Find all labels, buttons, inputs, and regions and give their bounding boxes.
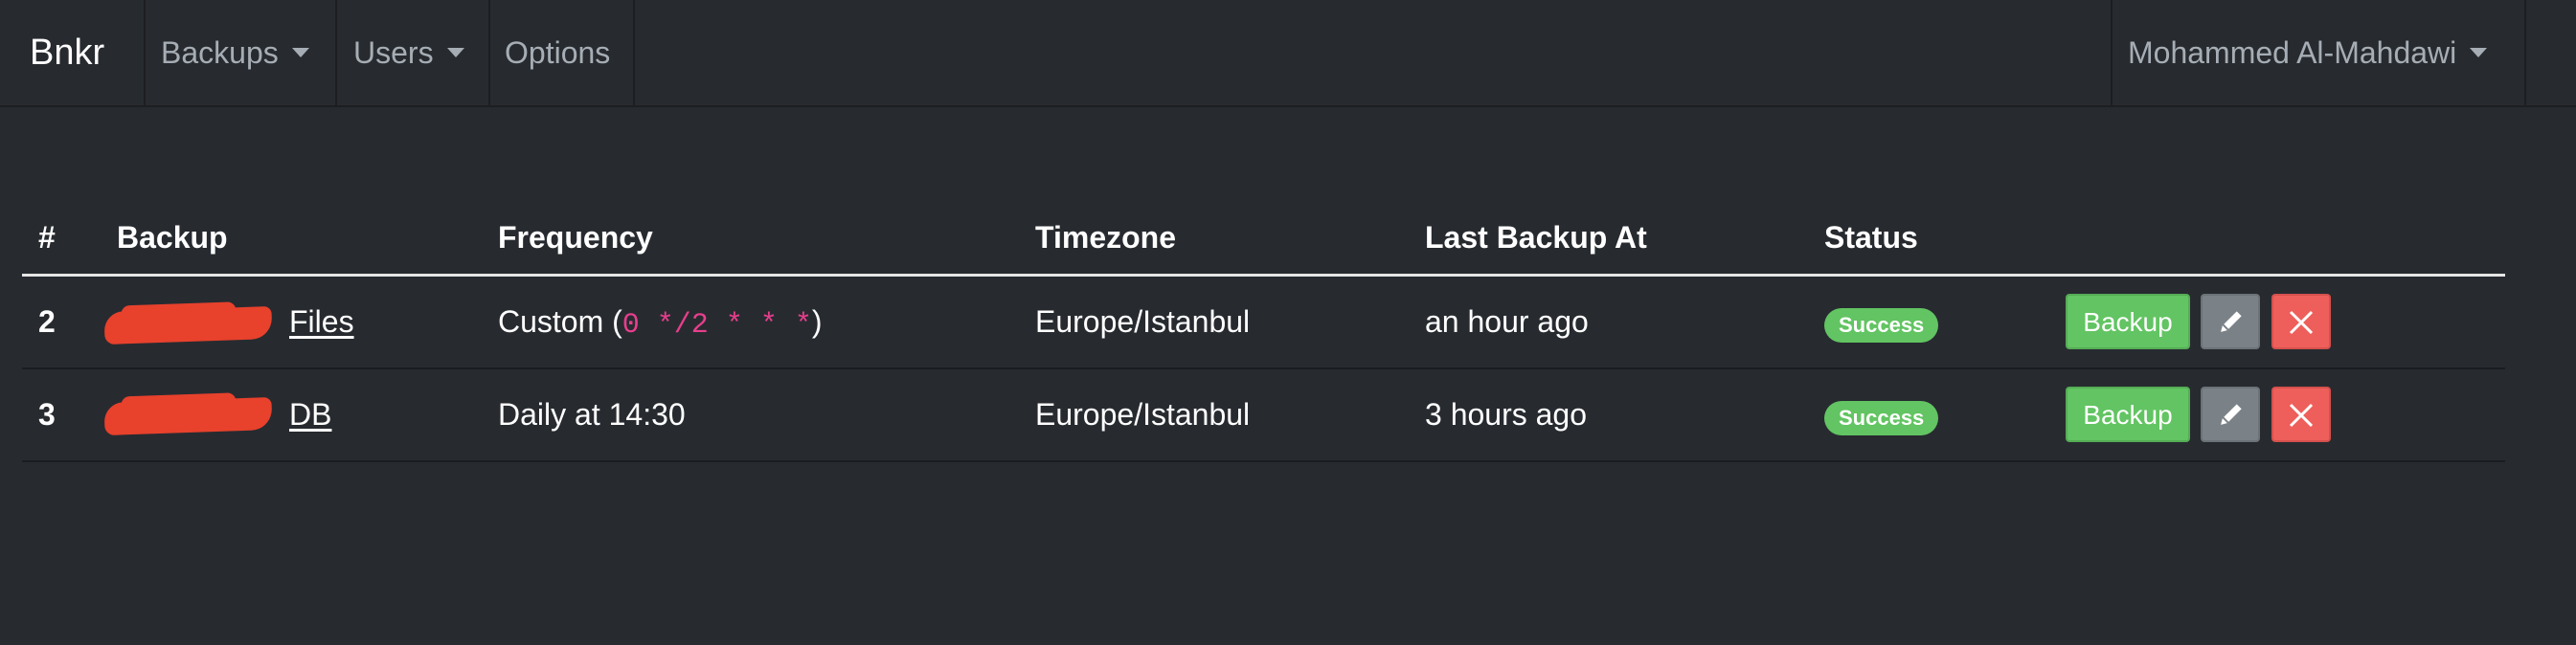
delete-button[interactable]	[2271, 387, 2331, 442]
pencil-icon	[2221, 311, 2242, 332]
close-icon	[2289, 310, 2314, 335]
redaction-mark	[103, 305, 273, 345]
column-header-timezone: Timezone	[1035, 220, 1176, 255]
backup-link-text: Files	[289, 304, 354, 339]
table-row: 2 Files Custom (0 */2 * * *) Europe/Ista…	[22, 277, 2505, 369]
nav-divider	[2524, 0, 2526, 105]
backup-button[interactable]: Backup	[2066, 387, 2190, 442]
frequency-suffix: )	[811, 304, 823, 339]
brand-logo[interactable]: Bnkr	[30, 0, 104, 105]
status-badge: Success	[1824, 308, 1939, 343]
nav-users-dropdown[interactable]: Users	[353, 0, 464, 105]
nav-options-link[interactable]: Options	[505, 0, 610, 105]
frequency-cell: Custom (0 */2 * * *)	[498, 277, 823, 371]
column-header-last-backup: Last Backup At	[1425, 220, 1647, 255]
backup-link-text: DB	[289, 397, 332, 432]
pencil-icon	[2221, 404, 2242, 425]
nav-users-label: Users	[353, 35, 434, 70]
nav-backups-label: Backups	[161, 35, 279, 70]
delete-button[interactable]	[2271, 294, 2331, 349]
status-badge: Success	[1824, 401, 1939, 435]
chevron-down-icon	[2470, 47, 2488, 57]
row-id: 2	[38, 304, 56, 339]
table-row: 3 DB Daily at 14:30 Europe/Istanbul 3 ho…	[22, 369, 2505, 462]
table-header: # Backup Frequency Timezone Last Backup …	[22, 212, 2505, 277]
chevron-down-icon	[291, 47, 309, 57]
chevron-down-icon	[446, 47, 464, 57]
column-header-frequency: Frequency	[498, 220, 653, 255]
frequency-text: Daily at 14:30	[498, 397, 686, 432]
edit-button[interactable]	[2201, 387, 2260, 442]
redaction-mark	[103, 396, 273, 436]
row-id: 3	[38, 397, 56, 432]
nav-divider	[488, 0, 490, 105]
nav-divider	[2111, 0, 2113, 105]
column-header-id: #	[38, 220, 56, 255]
last-backup-cell: 3 hours ago	[1425, 397, 1588, 432]
backup-button[interactable]: Backup	[2066, 294, 2190, 349]
user-menu-label: Mohammed Al-Mahdawi	[2128, 35, 2457, 70]
close-icon	[2289, 403, 2314, 428]
cron-expression: 0 */2 * * *	[621, 309, 812, 342]
nav-backups-dropdown[interactable]: Backups	[161, 0, 309, 105]
column-header-status: Status	[1824, 220, 1918, 255]
frequency-cell: Daily at 14:30	[498, 369, 686, 460]
last-backup-cell: an hour ago	[1425, 304, 1589, 339]
column-header-backup: Backup	[117, 220, 228, 255]
edit-button[interactable]	[2201, 294, 2260, 349]
nav-divider	[633, 0, 635, 105]
nav-divider	[335, 0, 337, 105]
timezone-cell: Europe/Istanbul	[1035, 304, 1251, 339]
nav-options-label: Options	[505, 35, 611, 70]
timezone-cell: Europe/Istanbul	[1035, 397, 1251, 432]
nav-divider	[144, 0, 146, 105]
navbar: Bnkr Backups Users Options Mohammed Al-M…	[0, 0, 2576, 107]
user-menu-dropdown[interactable]: Mohammed Al-Mahdawi	[2128, 0, 2488, 105]
frequency-text: Custom (	[498, 304, 622, 339]
